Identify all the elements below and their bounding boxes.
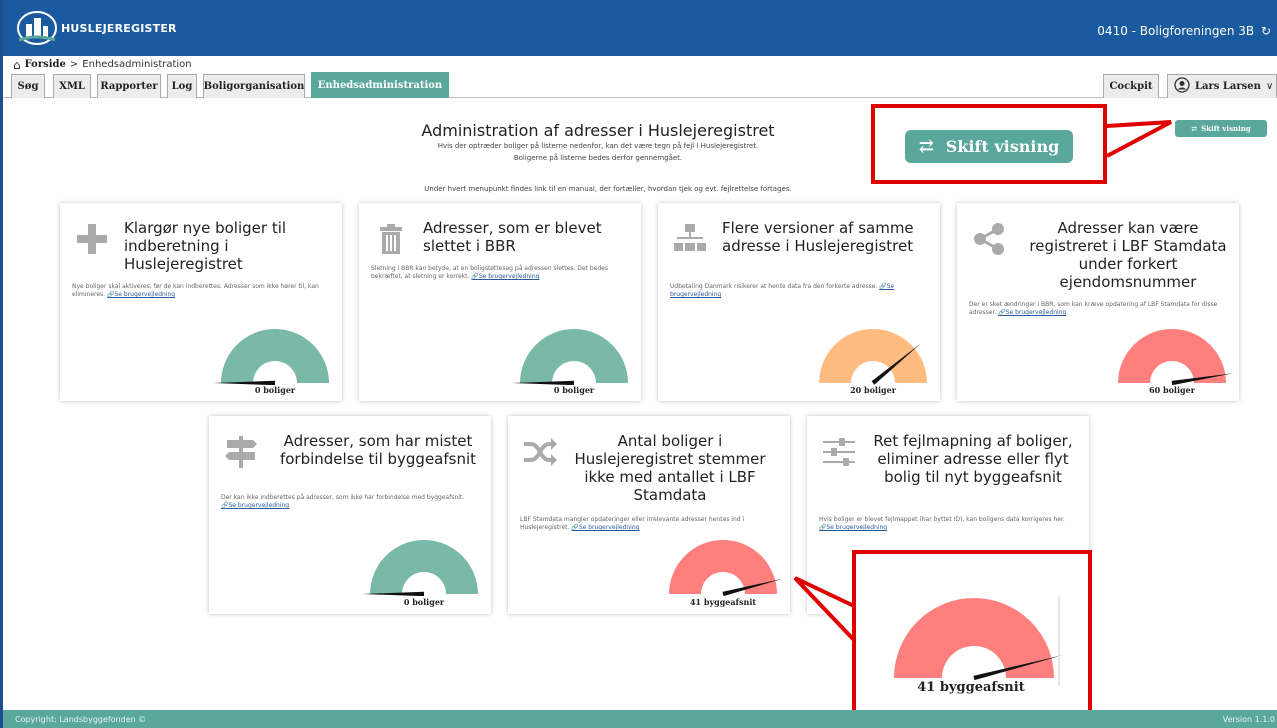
gauge-count-label-zoomed: 41 byggeafsnit: [917, 680, 1025, 695]
user-menu[interactable]: Lars Larsen ∨: [1167, 74, 1277, 98]
breadcrumb-home[interactable]: Forside: [25, 59, 66, 70]
gauge-chart: [669, 540, 784, 596]
card-title: Ret fejlmapning af boliger, eliminer adr…: [873, 432, 1073, 486]
tab-enhedsadministration[interactable]: Enhedsadministration: [311, 72, 449, 98]
card-title: Adresser, som har mistet forbindelse til…: [279, 432, 477, 468]
nav-bar: Søg XML Rapporter Log Boligorganisation …: [3, 72, 1277, 98]
tab-log[interactable]: Log: [167, 74, 197, 98]
card-description: Hvis boliger er blevet fejlmappet (har b…: [819, 516, 1065, 531]
logo-icon: [17, 10, 57, 46]
top-bar: HUSLEJEREGISTER 0410 - Boligforeningen 3…: [3, 0, 1277, 56]
logo-text: HUSLEJEREGISTER: [61, 21, 177, 35]
swap-icon: ⇄: [1191, 124, 1198, 133]
callout-skift-visning: ⇄ Skift visning: [871, 104, 1107, 184]
gauge-chart: [362, 540, 478, 596]
skift-visning-label: Skift visning: [1201, 124, 1251, 133]
card-adresser-slettet-bbr[interactable]: Adresser, som er blevet slettet i BBR Sl…: [359, 203, 641, 401]
card-title: Antal boliger i Huslejeregistret stemmer…: [574, 432, 766, 504]
card-description: Der kan ikke indberettes på adresser, so…: [221, 494, 465, 509]
gauge-band: [221, 329, 329, 383]
card-description: Nye boliger skal aktiveres, før de kan i…: [72, 283, 319, 298]
card-description: LBF Stamdata mangler opdateringer eller …: [520, 516, 745, 531]
gauge-band: [669, 540, 777, 594]
card-klargoer-nye-boliger[interactable]: Klargør nye boliger til indberetning i H…: [60, 203, 342, 401]
user-guide-link[interactable]: 🔗Se brugervejledning: [221, 502, 289, 509]
user-guide-link[interactable]: 🔗Se brugervejledning: [471, 273, 539, 280]
user-guide-link[interactable]: 🔗Se brugervejledning: [571, 524, 639, 531]
gauge-chart: [213, 329, 329, 385]
gauge-band: [894, 598, 1054, 678]
gauge-band: [1118, 329, 1226, 383]
page-subtitle-1: Hvis der optræder boliger på listerne ne…: [437, 142, 759, 150]
breadcrumb-separator: >: [69, 59, 79, 70]
gauge-count-label: 0 boliger: [403, 597, 445, 607]
card-description: Sletning i BBR kan betyde, at en boligst…: [371, 265, 608, 280]
card-forkert-ejendomsnummer[interactable]: Adresser kan være registreret i LBF Stam…: [957, 203, 1239, 401]
user-guide-link[interactable]: 🔗Se brugervejledning: [819, 524, 887, 531]
plus-icon: [74, 221, 110, 257]
gauge-band: [520, 329, 628, 383]
app-frame: HUSLEJEREGISTER 0410 - Boligforeningen 3…: [0, 0, 1277, 728]
skift-visning-zoomed-label: Skift visning: [945, 137, 1060, 156]
gauge-count-label: 41 byggeafsnit: [689, 597, 757, 607]
page-header: Administration af adresser i Huslejeregi…: [303, 121, 893, 164]
card-description: Udbetaling Danmark risikerer at hente da…: [670, 283, 895, 298]
card-title: Klargør nye boliger til indberetning i H…: [124, 219, 287, 273]
swap-icon: ⇄: [918, 136, 934, 157]
gauge-count-label: 60 boliger: [1149, 385, 1195, 395]
tab-boligorganisation[interactable]: Boligorganisation: [203, 74, 305, 98]
card-title: Adresser kan være registreret i LBF Stam…: [1029, 219, 1227, 291]
card-mistet-forbindelse[interactable]: Adresser, som har mistet forbindelse til…: [209, 416, 491, 614]
divider: [1058, 596, 1060, 686]
gauge-chart-zoomed: [894, 598, 1064, 680]
user-avatar-icon: [1174, 77, 1190, 96]
organization-label: 0410 - Boligforeningen 3B: [1097, 24, 1255, 38]
gauge-band: [370, 540, 478, 594]
tab-cockpit[interactable]: Cockpit: [1103, 74, 1159, 98]
tab-xml[interactable]: XML: [53, 74, 91, 98]
gauge-count-label: 0 boliger: [553, 385, 595, 395]
page-instructions: Under hvert menupunkt findes link til en…: [424, 185, 792, 193]
gauge-chart: [1118, 329, 1234, 385]
user-guide-link[interactable]: 🔗Se brugervejledning: [107, 291, 175, 298]
gauge-band: [819, 329, 927, 383]
refresh-icon[interactable]: ↻: [1261, 24, 1271, 38]
card-title: Flere versioner af samme adresse i Husle…: [722, 219, 914, 255]
page-subtitle-2: Boligerne på listerne bedes derfor genne…: [513, 154, 683, 162]
skift-visning-button[interactable]: ⇄ Skift visning: [1175, 120, 1267, 137]
logo[interactable]: HUSLEJEREGISTER: [17, 10, 177, 46]
copyright-text: Copyright: Landsbyggefonden ©: [15, 715, 147, 724]
callout-gauge-zoom: 41 byggeafsnit: [852, 550, 1092, 718]
card-description: Der er sket ændringer i BBR, som kan kræ…: [969, 301, 1218, 316]
gauge-chart: [819, 329, 927, 385]
gauge-chart: [512, 329, 628, 385]
page-title: Administration af adresser i Huslejeregi…: [421, 121, 775, 140]
footer: Copyright: Landsbyggefonden © Version 1.…: [3, 710, 1277, 728]
breadcrumb-current: Enhedsadministration: [82, 59, 192, 70]
trash-icon: [373, 221, 409, 257]
user-guide-link[interactable]: 🔗Se brugervejledning: [998, 309, 1066, 316]
card-flere-versioner[interactable]: Flere versioner af samme adresse i Husle…: [658, 203, 940, 401]
breadcrumb: ⌂ Forside > Enhedsadministration: [13, 57, 192, 72]
user-name: Lars Larsen: [1195, 81, 1261, 92]
card-antal-boliger[interactable]: Antal boliger i Huslejeregistret stemmer…: [508, 416, 790, 614]
sitemap-icon: [672, 221, 708, 257]
card-title: Adresser, som er blevet slettet i BBR: [423, 219, 602, 255]
tab-soeg[interactable]: Søg: [11, 74, 45, 98]
chevron-down-icon: ∨: [1265, 81, 1274, 92]
version-text: Version 1.1.0: [1222, 715, 1275, 724]
gauge-count-label: 20 boliger: [850, 385, 896, 395]
home-icon[interactable]: ⌂: [13, 58, 21, 72]
skift-visning-button-zoomed[interactable]: ⇄ Skift visning: [905, 130, 1073, 163]
tab-rapporter[interactable]: Rapporter: [97, 74, 161, 98]
gauge-count-label: 0 boliger: [254, 385, 296, 395]
signpost-icon: [223, 434, 259, 470]
organization-selector[interactable]: 0410 - Boligforeningen 3B ↻: [1097, 24, 1271, 38]
